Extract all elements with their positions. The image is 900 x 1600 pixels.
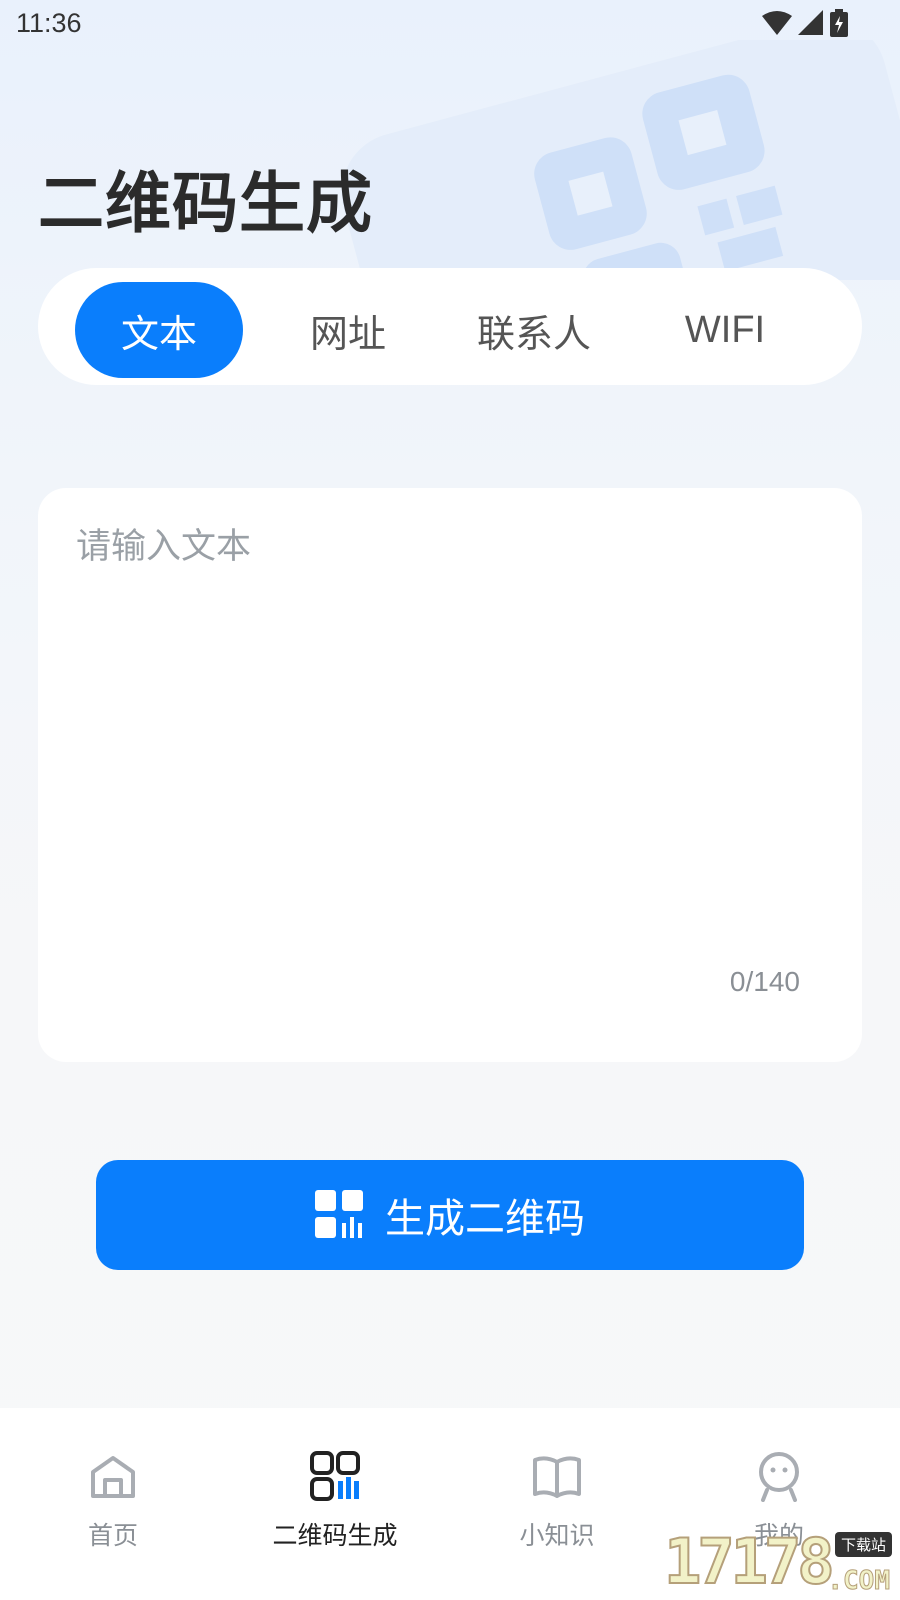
- nav-label-knowledge: 小知识: [519, 1521, 595, 1550]
- tab-contact[interactable]: 联系人: [450, 282, 618, 378]
- tab-url[interactable]: 网址: [264, 282, 432, 378]
- status-icons: [762, 9, 848, 37]
- home-icon: [91, 1456, 135, 1498]
- watermark-tag: 下载站: [834, 1532, 892, 1557]
- text-input[interactable]: [76, 518, 826, 938]
- nav-item-knowledge[interactable]: 小知识: [457, 1450, 657, 1570]
- nav-label-home: 首页: [87, 1521, 138, 1550]
- book-icon: [533, 1456, 581, 1498]
- watermark-suffix: .COM: [827, 1566, 891, 1597]
- text-input-card: 0/140: [38, 488, 862, 1062]
- signal-icon: [798, 10, 823, 35]
- page-title: 二维码生成: [38, 165, 373, 242]
- nav-label-qr-generate: 二维码生成: [272, 1521, 398, 1550]
- status-time: 11:36: [16, 8, 82, 38]
- nav-item-home[interactable]: 首页: [13, 1450, 213, 1570]
- qr-code-icon: [315, 1190, 363, 1238]
- profile-icon: [759, 1452, 799, 1502]
- generate-qr-label: 生成二维码: [385, 1196, 585, 1242]
- tab-wifi[interactable]: WIFI: [641, 282, 809, 378]
- battery-icon: [830, 9, 848, 37]
- nav-item-qr-generate[interactable]: 二维码生成: [235, 1450, 435, 1570]
- character-counter: 0/140: [729, 966, 800, 997]
- type-tab-bar: 文本 网址 联系人 WIFI: [38, 268, 862, 385]
- watermark-number: 17178: [663, 1524, 836, 1599]
- wifi-icon: [762, 11, 792, 35]
- qr-code-icon: [310, 1451, 360, 1501]
- tab-text[interactable]: 文本: [75, 282, 243, 378]
- generate-qr-button[interactable]: 生成二维码: [96, 1160, 804, 1270]
- site-watermark: 17178 下载站 .COM: [663, 1524, 894, 1599]
- decorative-qr-illustration: [341, 40, 900, 280]
